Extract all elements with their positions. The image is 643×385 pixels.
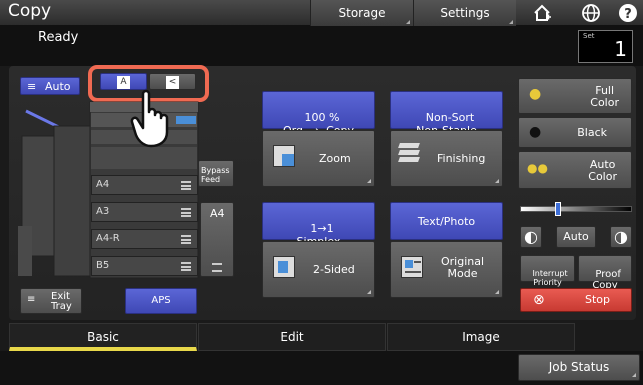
zoom-status: 100 % Org → Copy <box>262 91 375 137</box>
exit-tray-button[interactable]: ≡ Exit Tray <box>20 288 82 314</box>
density-thumb[interactable] <box>555 202 561 216</box>
two-sided-icon <box>273 256 295 278</box>
tab-image[interactable]: Image <box>387 323 575 351</box>
paper-stack-icon <box>181 235 191 244</box>
auto-color-label: Auto Color <box>588 158 617 183</box>
storage-button[interactable]: Storage <box>310 0 413 26</box>
tray-2[interactable]: A3 <box>91 202 198 222</box>
original-mode-label: Original Mode <box>441 255 485 280</box>
full-color-icon: ● <box>529 86 542 102</box>
finishing-button[interactable]: Finishing <box>390 130 503 187</box>
two-sided-button[interactable]: 2-Sided <box>262 241 375 298</box>
density-auto-label: Auto <box>563 230 589 243</box>
hand-pointer-icon <box>130 89 169 148</box>
tray-1[interactable]: A4 <box>91 175 198 195</box>
original-mode-icon <box>401 256 423 278</box>
finishing-icon <box>398 143 423 167</box>
finishing-label: Finishing <box>437 152 486 165</box>
top-bar: Copy Storage Settings ? <box>0 0 643 26</box>
aps-button[interactable]: APS <box>125 288 197 314</box>
storage-label: Storage <box>338 6 386 20</box>
tray-4-size: B5 <box>96 260 110 271</box>
density-scale <box>520 206 632 212</box>
tab-edit[interactable]: Edit <box>198 323 386 351</box>
full-color-label: Full Color <box>590 84 619 109</box>
density-slider[interactable] <box>520 202 632 216</box>
duplex-status: 1→1 Simplex <box>262 202 375 248</box>
aps-label: APS <box>151 295 171 306</box>
darker-icon: ◑ <box>614 227 628 246</box>
scan-icon: ≡ <box>27 80 37 93</box>
two-sided-label: 2-Sided <box>313 263 355 276</box>
bypass-tray-button[interactable]: A4 <box>200 202 234 277</box>
auto-original-button[interactable]: ≡ Auto <box>20 77 80 95</box>
original-mode-status: Text/Photo <box>390 202 503 240</box>
paper-stack-icon <box>181 262 191 271</box>
bypass-label: Bypass Feed <box>201 166 230 184</box>
exit-tray-icon: ≡ <box>27 294 36 305</box>
svg-text:?: ? <box>624 7 632 22</box>
stop-label: Stop <box>585 293 611 306</box>
tab-basic-label: Basic <box>87 330 119 344</box>
globe-icon[interactable] <box>581 3 601 23</box>
tray-1-size: A4 <box>96 179 110 190</box>
tab-edit-label: Edit <box>280 330 304 344</box>
lighter-icon: ◐ <box>524 227 538 246</box>
tab-basic[interactable]: Basic <box>9 323 197 351</box>
density-lighter-button[interactable]: ◐ <box>520 226 542 248</box>
auto-label: Auto <box>45 80 71 93</box>
exit-tray-label: Exit Tray <box>51 291 72 312</box>
status-text: Ready <box>38 30 79 45</box>
stop-icon: ⊗ <box>533 292 545 308</box>
bottom-bar: Job Status <box>0 351 643 385</box>
copy-count: Set 1 <box>578 30 633 63</box>
original-mode-button[interactable]: Original Mode <box>390 241 503 298</box>
density-darker-button[interactable]: ◑ <box>610 226 632 248</box>
app-title: Copy <box>8 1 52 21</box>
stop-button[interactable]: ⊗ Stop <box>520 288 632 312</box>
zoom-button[interactable]: Zoom <box>262 130 375 187</box>
settings-button[interactable]: Settings <box>413 0 516 26</box>
black-icon: ● <box>529 124 542 140</box>
density-auto-button[interactable]: Auto <box>556 226 596 248</box>
paper-stack-icon <box>212 263 222 272</box>
help-icon[interactable]: ? <box>618 3 638 23</box>
auto-color-button[interactable]: ●● Auto Color <box>518 151 632 189</box>
bypass-size: A4 <box>210 207 225 220</box>
full-color-button[interactable]: ● Full Color <box>518 78 632 114</box>
auto-color-icon: ●● <box>527 161 548 175</box>
proof-copy-button[interactable]: Proof Copy <box>578 255 632 291</box>
tab-image-label: Image <box>462 330 500 344</box>
interrupt-priority-button[interactable]: Interrupt Priority <box>520 255 575 287</box>
tab-bar: Basic Edit Image <box>9 323 575 351</box>
set-label: Set <box>583 32 595 40</box>
finishing-status: Non-Sort Non-Staple <box>390 91 503 137</box>
paper-stack-icon <box>181 208 191 217</box>
tray-2-size: A3 <box>96 206 110 217</box>
home-icon[interactable] <box>532 3 552 23</box>
zoom-icon <box>273 145 295 167</box>
black-label: Black <box>577 126 607 139</box>
job-status-button[interactable]: Job Status <box>518 354 640 381</box>
original-mode-status-text: Text/Photo <box>417 215 476 228</box>
zoom-label: Zoom <box>319 152 351 165</box>
job-status-label: Job Status <box>548 360 610 374</box>
status-bar: Ready <box>0 26 643 66</box>
set-value: 1 <box>614 37 627 61</box>
black-button[interactable]: ● Black <box>518 117 632 148</box>
settings-label: Settings <box>440 6 490 20</box>
bypass-feed-button[interactable]: Bypass Feed <box>198 160 234 187</box>
tray-4[interactable]: B5 <box>91 256 198 276</box>
tray-3-size: A4-R <box>96 233 120 244</box>
tray-3[interactable]: A4-R <box>91 229 198 249</box>
paper-stack-icon <box>181 181 191 190</box>
